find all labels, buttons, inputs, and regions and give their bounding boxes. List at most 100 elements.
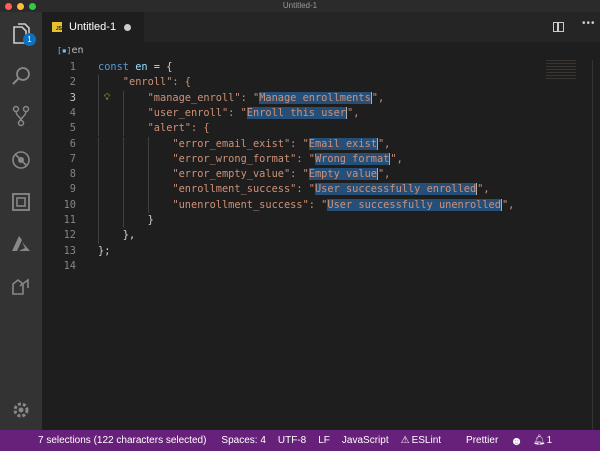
language-status[interactable]: JavaScript — [342, 435, 389, 446]
code-line[interactable]: 1 const en = { — [42, 60, 592, 75]
badge: 1 — [23, 33, 36, 46]
source-control-icon[interactable] — [9, 104, 33, 128]
indent-guide — [122, 197, 124, 213]
search-icon[interactable] — [9, 64, 33, 88]
code-text: "enroll": { — [122, 76, 191, 89]
debug-icon[interactable] — [9, 148, 33, 172]
line-number: 9 — [69, 183, 76, 196]
keyword: const — [98, 61, 129, 73]
code-line[interactable]: 7 "error_wrong_format": "Wrong format", — [42, 151, 592, 168]
files-icon[interactable]: 1 — [9, 22, 36, 46]
line-number: 11 — [63, 214, 76, 226]
selected-text[interactable]: User successfully unenrolled — [327, 198, 502, 211]
gear-icon[interactable] — [9, 398, 33, 422]
code-line[interactable]: 6 "error_email_exist": "Email exist", — [42, 136, 592, 152]
code-text: ", — [347, 106, 360, 119]
live-share-icon[interactable] — [9, 274, 33, 298]
extensions-icon[interactable] — [9, 190, 33, 214]
tab-bar: JS Untitled-1 ••• — [42, 12, 600, 42]
indent-guide — [147, 136, 149, 152]
code-text: ", — [371, 91, 385, 104]
indent-guide — [122, 151, 124, 168]
indent-guide — [98, 167, 99, 183]
code-editor[interactable]: 1 const en = {2 "enroll": {3 "manage_enroll… — [42, 60, 592, 430]
notification-count[interactable]: 1 — [547, 435, 553, 446]
indent-guide — [98, 121, 99, 137]
status-bar: 7 selections (122 characters selected) S… — [0, 430, 600, 451]
line-number: 7 — [69, 152, 76, 165]
code-line[interactable]: 10 "unenrollment_success": "User successf… — [42, 197, 592, 213]
indent-guide — [98, 213, 99, 229]
line-number: 13 — [63, 244, 76, 257]
line-number: 14 — [63, 259, 76, 272]
line-number: 3 — [69, 91, 76, 104]
selected-text[interactable]: Empty value — [308, 168, 378, 181]
eslint-status[interactable]: ESLint — [412, 435, 441, 446]
selected-text[interactable]: Enroll this user — [246, 106, 347, 119]
more-actions-icon[interactable]: ••• — [582, 18, 596, 29]
code-line[interactable]: 3 "manage_enroll": "Manage enrollments", 💡… — [42, 90, 592, 106]
indent-guide — [147, 167, 149, 183]
indentation-status[interactable]: Spaces: 4 — [221, 435, 265, 446]
code-line[interactable]: 5 "alert": { — [42, 121, 592, 137]
indent-guide — [122, 90, 124, 106]
activity-bar: 1 — [0, 12, 42, 430]
json-key: "error_wrong_format": " — [172, 152, 315, 165]
indent-guide — [147, 197, 149, 213]
code-line[interactable]: 13}; — [42, 244, 592, 259]
code-line[interactable]: 11} — [42, 213, 592, 229]
eol-status[interactable]: LF — [318, 435, 330, 446]
bell-icon[interactable]: 🔔︎ — [533, 435, 546, 446]
line-number: 1 — [69, 61, 76, 73]
json-key: "user_enroll": " — [147, 106, 247, 119]
code-line[interactable]: 4 "user_enroll": "Enroll this user", — [42, 105, 592, 122]
json-key: "error_email_exist": " — [172, 137, 309, 150]
indent-guide — [98, 105, 99, 122]
prettier-status[interactable]: Prettier — [466, 435, 498, 446]
code-line[interactable]: 8 "error_empty_value": "Empty value", — [42, 167, 592, 183]
line-number: 8 — [69, 168, 76, 181]
warning-icon: ⚠ — [400, 435, 410, 446]
code-text: ", — [377, 168, 391, 181]
line-number: 5 — [69, 122, 76, 135]
indent-guide — [98, 228, 99, 244]
title-bar: Untitled-1 — [0, 0, 600, 12]
identifier: en — [135, 61, 148, 73]
json-key: "manage_enroll": " — [147, 91, 260, 104]
breadcrumb[interactable]: [▪]en — [57, 45, 84, 56]
indent-guide — [122, 136, 124, 152]
lightbulb-icon[interactable]: 💡︎ — [104, 91, 110, 106]
selected-text[interactable]: User successfully enrolled — [314, 183, 478, 196]
code-line[interactable]: 14 — [42, 259, 592, 274]
unsaved-dot-icon[interactable] — [124, 23, 132, 31]
window-title: Untitled-1 — [282, 1, 318, 10]
minimap[interactable] — [546, 60, 586, 80]
indent-guide — [122, 213, 124, 229]
breadcrumb-item[interactable]: en — [71, 45, 83, 56]
close-window-button[interactable] — [5, 3, 12, 10]
selection-status[interactable]: 7 selections (122 characters selected) — [38, 435, 206, 446]
indent-guide — [98, 197, 99, 213]
selected-text[interactable]: Wrong format — [314, 152, 391, 165]
feedback-smiley-icon[interactable]: ☻ — [510, 434, 523, 448]
indent-guide — [147, 151, 149, 168]
indent-guide — [98, 136, 99, 152]
selected-text[interactable]: Manage enrollments — [259, 91, 372, 104]
selected-text[interactable]: Email exist — [308, 137, 378, 150]
code-line[interactable]: 12}, — [42, 228, 592, 244]
encoding-status[interactable]: UTF-8 — [278, 435, 306, 446]
json-key: "enrollment_success": " — [172, 183, 315, 196]
line-number: 10 — [63, 198, 76, 211]
azure-icon[interactable] — [9, 232, 33, 256]
code-line[interactable]: 9 "enrollment_success": "User successfull… — [42, 182, 592, 198]
line-number: 2 — [69, 76, 76, 89]
code-line[interactable]: 2 "enroll": { — [42, 75, 592, 91]
tab-untitled-1[interactable]: JS Untitled-1 — [42, 12, 144, 42]
split-editor-icon[interactable] — [553, 22, 564, 32]
minimize-window-button[interactable] — [17, 3, 24, 10]
scrollbar[interactable] — [592, 60, 600, 430]
code-text: ", — [390, 152, 403, 165]
maximize-window-button[interactable] — [29, 3, 36, 10]
indent-guide — [122, 121, 124, 137]
line-number: 6 — [69, 137, 76, 150]
